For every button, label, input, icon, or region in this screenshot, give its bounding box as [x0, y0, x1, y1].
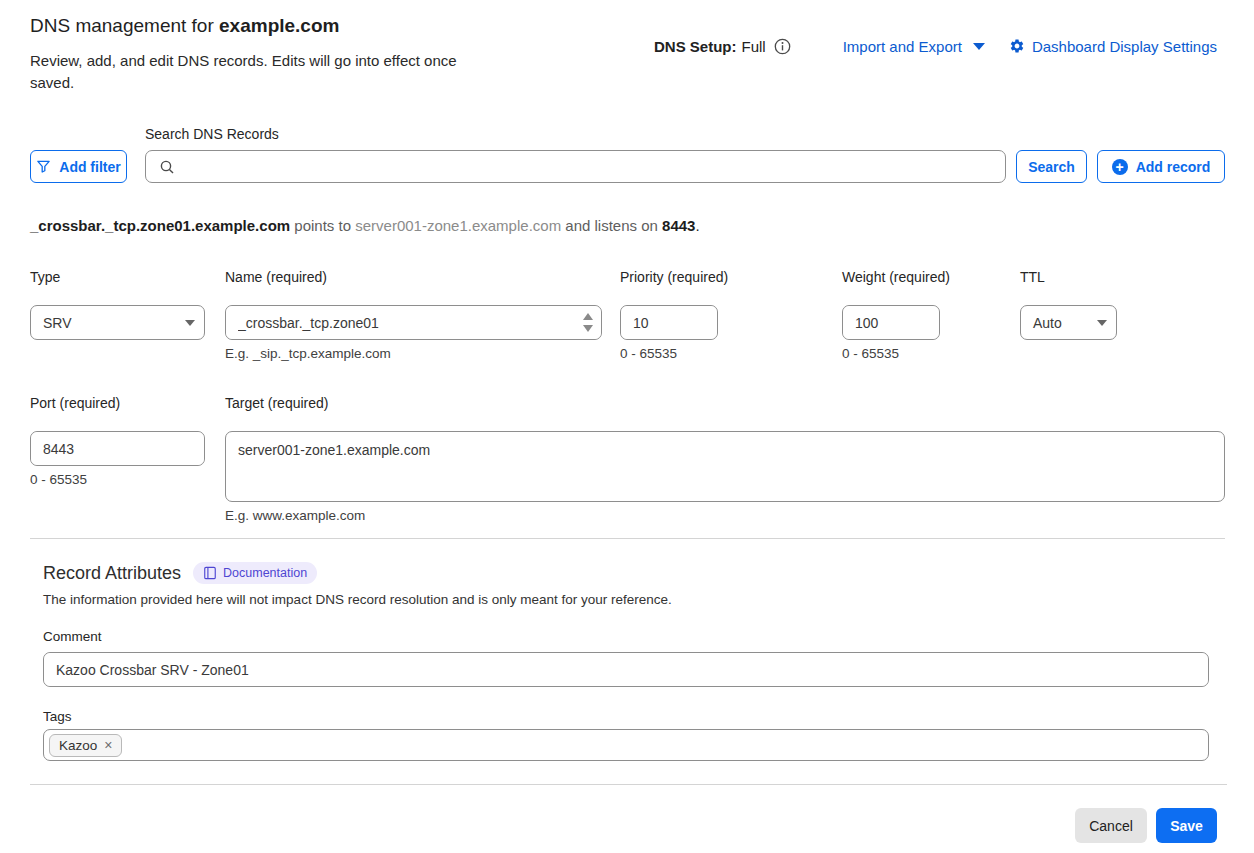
search-icon: [159, 159, 175, 175]
port-input[interactable]: [31, 432, 204, 465]
search-button-label: Search: [1028, 159, 1075, 175]
record-form-row-2: Port (required) 0 - 65535 Target (requir…: [30, 395, 1225, 523]
dashboard-display-settings-link[interactable]: Dashboard Display Settings: [1009, 38, 1217, 55]
info-icon[interactable]: [774, 38, 791, 55]
tags-label: Tags: [43, 709, 1209, 724]
weight-label: Weight (required): [842, 269, 940, 285]
remove-tag-icon[interactable]: ×: [104, 738, 112, 752]
chevron-down-icon: [1097, 320, 1107, 326]
target-field-group: Target (required) server001-zone1.exampl…: [225, 395, 1225, 523]
ttl-value: Auto: [1033, 315, 1062, 331]
add-record-button[interactable]: + Add record: [1097, 150, 1225, 183]
dns-setup-status: DNS Setup: Full: [654, 38, 791, 55]
type-value: SRV: [43, 315, 72, 331]
name-label: Name (required): [225, 269, 602, 285]
port-label: Port (required): [30, 395, 205, 411]
header: DNS management for example.com Review, a…: [30, 14, 1225, 94]
summary-listens: and listens on: [565, 217, 658, 234]
tag-chip: Kazoo ×: [49, 734, 122, 757]
name-input[interactable]: [226, 306, 601, 339]
comment-input[interactable]: [44, 653, 1208, 686]
filter-icon: [36, 159, 51, 174]
chevron-down-icon: [973, 43, 985, 50]
type-label: Type: [30, 269, 205, 285]
cancel-button[interactable]: Cancel: [1075, 808, 1147, 843]
add-record-label: Add record: [1136, 159, 1211, 175]
summary-port: 8443.: [662, 217, 700, 234]
header-actions: DNS Setup: Full Import and Export Dashbo…: [654, 36, 1217, 56]
name-input-wrap: [225, 305, 602, 340]
name-hint: E.g. _sip._tcp.example.com: [225, 346, 602, 361]
weight-hint: 0 - 65535: [842, 346, 940, 361]
search-button[interactable]: Search: [1016, 150, 1087, 183]
page-title-prefix: DNS management for: [30, 15, 214, 36]
weight-field-group: Weight (required) 0 - 65535: [842, 269, 940, 361]
tag-chip-label: Kazoo: [59, 738, 97, 753]
record-form-row-1: Type SRV Name (required) E.g. _sip._tcp.…: [30, 269, 1225, 361]
summary-points-to: points to: [294, 217, 351, 234]
name-field-group: Name (required) E.g. _sip._tcp.example.c…: [225, 269, 602, 361]
documentation-badge[interactable]: Documentation: [193, 562, 317, 584]
plus-icon: +: [1112, 159, 1128, 175]
priority-field-group: Priority (required) 0 - 65535: [620, 269, 718, 361]
type-select[interactable]: SRV: [30, 305, 205, 340]
search-toolbar: Add filter Search DNS Records Search + A…: [30, 126, 1225, 183]
header-left: DNS management for example.com Review, a…: [30, 14, 498, 94]
target-input[interactable]: server001-zone1.example.com: [225, 431, 1225, 502]
dns-setup-value: Full: [741, 38, 765, 55]
port-input-wrap: [30, 431, 205, 466]
add-filter-button[interactable]: Add filter: [30, 150, 127, 183]
search-field-group: Search DNS Records: [145, 126, 1006, 183]
weight-input-wrap: [842, 305, 940, 340]
target-hint: E.g. www.example.com: [225, 508, 1225, 523]
documentation-badge-label: Documentation: [223, 566, 307, 580]
record-attributes-header: Record Attributes Documentation: [43, 562, 1209, 584]
summary-record-name: _crossbar._tcp.zone01.example.com: [30, 217, 290, 234]
stepper-down-icon[interactable]: [583, 325, 593, 332]
import-export-menu[interactable]: Import and Export: [843, 38, 985, 55]
search-input[interactable]: [146, 151, 1005, 182]
dns-setup-label: DNS Setup:: [654, 38, 737, 55]
gear-icon: [1009, 38, 1025, 54]
comment-input-wrap: [43, 652, 1209, 687]
book-icon: [203, 566, 217, 580]
record-summary: _crossbar._tcp.zone01.example.com points…: [30, 217, 1225, 234]
page-title: DNS management for example.com: [30, 14, 498, 38]
summary-target-host: server001-zone1.example.com: [355, 217, 561, 234]
footer-divider: [30, 784, 1227, 785]
priority-input[interactable]: [621, 306, 717, 339]
target-label: Target (required): [225, 395, 1225, 411]
page-subtitle: Review, add, and edit DNS records. Edits…: [30, 50, 498, 94]
dashboard-display-settings-label: Dashboard Display Settings: [1032, 38, 1217, 55]
priority-hint: 0 - 65535: [620, 346, 718, 361]
footer-actions: Cancel Save: [30, 808, 1225, 843]
tags-input[interactable]: Kazoo ×: [43, 729, 1209, 761]
chevron-down-icon: [185, 320, 195, 326]
stepper-up-icon[interactable]: [583, 313, 593, 320]
import-export-label: Import and Export: [843, 38, 962, 55]
add-filter-label: Add filter: [59, 159, 120, 175]
dns-management-page: DNS management for example.com Review, a…: [30, 0, 1225, 843]
search-label: Search DNS Records: [145, 126, 1006, 142]
page-title-domain: example.com: [219, 15, 339, 36]
record-attributes-description: The information provided here will not i…: [43, 592, 1209, 607]
priority-label: Priority (required): [620, 269, 718, 285]
weight-input[interactable]: [843, 306, 939, 339]
port-hint: 0 - 65535: [30, 472, 205, 487]
record-attributes-section: Record Attributes Documentation The info…: [30, 538, 1225, 761]
priority-input-wrap: [620, 305, 718, 340]
type-field-group: Type SRV: [30, 269, 205, 361]
number-stepper[interactable]: [577, 307, 599, 338]
port-field-group: Port (required) 0 - 65535: [30, 395, 205, 523]
search-box: [145, 150, 1006, 183]
ttl-label: TTL: [1020, 269, 1117, 285]
record-attributes-title: Record Attributes: [43, 562, 181, 584]
comment-label: Comment: [43, 629, 1209, 644]
save-button[interactable]: Save: [1156, 808, 1217, 843]
ttl-field-group: TTL Auto: [1020, 269, 1117, 361]
ttl-select[interactable]: Auto: [1020, 305, 1117, 340]
